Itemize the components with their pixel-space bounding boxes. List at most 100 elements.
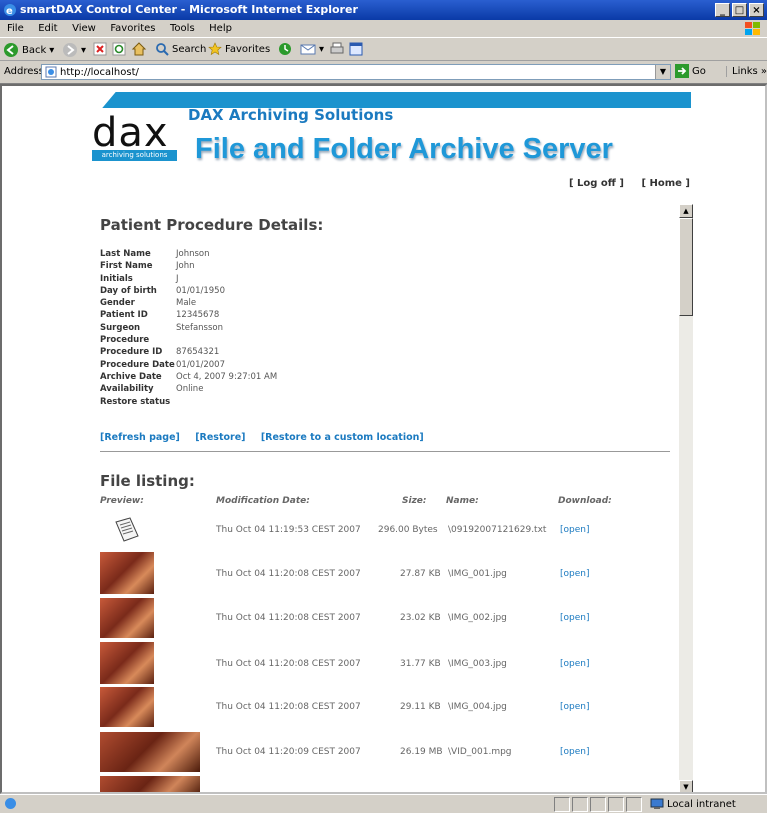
restore-link[interactable]: [Restore]: [195, 432, 245, 443]
minimize-button[interactable]: _: [715, 3, 730, 17]
menu-edit[interactable]: Edit: [38, 20, 57, 37]
standard-toolbar: Back ▾ ▾ Search Favorites ▾: [0, 38, 767, 61]
edit-page-button[interactable]: [349, 42, 363, 56]
refresh-button[interactable]: [112, 42, 126, 56]
status-cell: [590, 797, 606, 812]
back-button[interactable]: Back ▾: [3, 42, 54, 58]
address-input[interactable]: [60, 65, 650, 79]
col-download: Download:: [558, 496, 612, 506]
home-link[interactable]: [ Home ]: [641, 178, 690, 189]
video-thumbnail[interactable]: [100, 776, 200, 792]
detail-value: 12345678: [176, 310, 220, 321]
page-status-icon: [5, 798, 16, 809]
zone-label: Local intranet: [667, 798, 736, 810]
detail-value: Oct 4, 2007 9:27:01 AM: [176, 371, 278, 382]
menu-tools[interactable]: Tools: [170, 20, 195, 37]
page-icon: [45, 66, 57, 78]
status-bar: Local intranet: [0, 794, 767, 813]
address-label: Address: [4, 66, 44, 77]
links-toolbar[interactable]: Links »: [726, 66, 767, 77]
restore-custom-link[interactable]: [Restore to a custom location]: [261, 432, 424, 443]
details-frame: Patient Procedure Details: Last Name John…: [90, 202, 690, 792]
menu-favorites[interactable]: Favorites: [110, 20, 155, 37]
open-link[interactable]: [open]: [560, 613, 589, 623]
open-link[interactable]: [open]: [560, 569, 589, 579]
detail-label: Procedure ID: [100, 347, 163, 358]
stop-button[interactable]: [93, 42, 107, 56]
file-listing-heading: File listing:: [100, 472, 195, 490]
logo-subtitle: archiving solutions: [92, 150, 177, 161]
history-button[interactable]: [278, 42, 292, 56]
forward-button[interactable]: ▾: [62, 42, 86, 58]
file-date: Thu Oct 04 11:20:09 CEST 2007: [216, 747, 361, 757]
home-button[interactable]: [131, 42, 147, 56]
file-name: \VID_001.mpg: [448, 747, 512, 757]
forward-arrow-icon: [63, 43, 77, 57]
detail-row: Restore status: [100, 396, 277, 408]
document-icon: [115, 517, 139, 542]
detail-label: Gender: [100, 298, 135, 309]
detail-row: Patient ID 12345678: [100, 309, 277, 321]
image-thumbnail[interactable]: [100, 552, 154, 594]
detail-row: Gender Male: [100, 297, 277, 309]
details-table: Last Name Johnson First Name John Initials…: [100, 248, 277, 408]
address-bar: Address ▼ Go Links »: [0, 61, 767, 84]
file-name: \IMG_003.jpg: [448, 659, 507, 669]
image-thumbnail[interactable]: [100, 598, 154, 638]
address-field[interactable]: ▼: [41, 64, 671, 80]
refresh-page-link[interactable]: [Refresh page]: [100, 432, 180, 443]
col-date: Modification Date:: [216, 496, 310, 506]
file-date: Thu Oct 04 11:19:53 CEST 2007: [216, 525, 361, 535]
favorites-label: Favorites: [225, 43, 271, 55]
image-thumbnail[interactable]: [100, 687, 154, 727]
col-preview: Preview:: [100, 496, 144, 506]
dax-logo: dax archiving solutions: [92, 110, 177, 164]
inner-scrollbar[interactable]: ▲ ▼: [679, 204, 693, 792]
file-size: 29.11 KB: [400, 702, 441, 712]
table-row: Thu Oct 04 11:20:08 CEST 2007 23.02 KB \…: [100, 598, 680, 642]
scroll-down-button[interactable]: ▼: [679, 780, 693, 792]
print-button[interactable]: [330, 42, 344, 56]
open-link[interactable]: [open]: [560, 747, 589, 757]
menu-help[interactable]: Help: [209, 20, 232, 37]
status-cell: [572, 797, 588, 812]
go-button[interactable]: Go: [675, 64, 706, 78]
back-label: Back: [22, 44, 47, 56]
company-name: DAX Archiving Solutions: [188, 106, 394, 124]
file-date: Thu Oct 04 11:20:08 CEST 2007: [216, 659, 361, 669]
stop-icon: [93, 42, 107, 56]
detail-value: John: [176, 261, 195, 272]
search-icon: [156, 43, 169, 56]
detail-label: Restore status: [100, 396, 171, 407]
search-label: Search: [172, 43, 207, 55]
open-link[interactable]: [open]: [560, 659, 589, 669]
file-table-header: Preview: Modification Date: Size: Name: …: [100, 496, 680, 508]
file-name: \IMG_004.jpg: [448, 702, 507, 712]
mail-button[interactable]: ▾: [300, 42, 324, 56]
video-thumbnail[interactable]: [100, 732, 200, 772]
scroll-up-button[interactable]: ▲: [679, 204, 693, 218]
open-link[interactable]: [open]: [560, 702, 589, 712]
status-cell: [554, 797, 570, 812]
scroll-thumb[interactable]: [679, 218, 693, 316]
links-label: Links: [732, 66, 758, 77]
file-name: \09192007121629.txt: [448, 525, 547, 535]
menu-file[interactable]: File: [7, 20, 24, 37]
address-dropdown[interactable]: ▼: [655, 65, 670, 79]
windows-logo-icon: [745, 22, 760, 35]
maximize-button[interactable]: □: [732, 3, 747, 17]
logoff-link[interactable]: [ Log off ]: [569, 178, 624, 189]
image-thumbnail[interactable]: [100, 642, 154, 684]
file-size: 27.87 KB: [400, 569, 441, 579]
close-button[interactable]: ×: [749, 3, 764, 17]
detail-label: Availability: [100, 384, 154, 395]
menu-view[interactable]: View: [72, 20, 96, 37]
detail-label: Archive Date: [100, 371, 162, 382]
search-button[interactable]: Search: [155, 42, 206, 56]
detail-row: Initials J: [100, 273, 277, 285]
ie-logo-icon: e: [4, 4, 16, 17]
favorites-button[interactable]: Favorites: [208, 42, 270, 56]
open-link[interactable]: [open]: [560, 525, 589, 535]
svg-text:e: e: [6, 6, 13, 17]
detail-value: 01/01/1950: [176, 285, 225, 296]
